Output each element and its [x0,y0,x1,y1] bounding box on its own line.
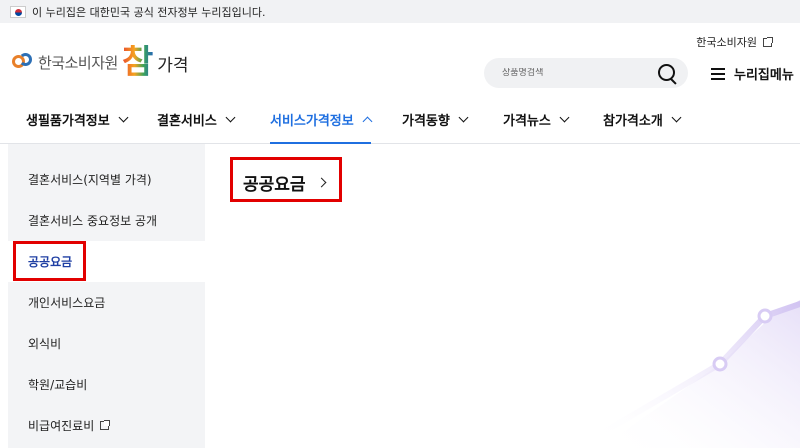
sidebar-item-wedding-regional[interactable]: 결혼서비스(지역별 가격) [8,159,205,200]
sidebar-item-label: 외식비 [28,337,62,351]
gnb-item-label: 생필품가격정보 [26,114,110,129]
kca-external-link-label: 한국소비자원 [696,36,757,49]
gnb-item-wedding[interactable]: 결혼서비스 [157,95,236,144]
gov-banner-text: 이 누리집은 대한민국 공식 전자정부 누리집입니다. [32,5,266,19]
brand-logo-big: 참 [122,42,154,82]
search-icon[interactable] [656,62,678,84]
gnb-item-about[interactable]: 참가격소개 [603,95,682,144]
chevron-up-icon [362,116,373,127]
gnb-item-price-news[interactable]: 가격뉴스 [503,95,570,144]
chevron-down-icon [559,112,570,123]
site-menu-label: 누리집메뉴 [734,68,794,83]
sidebar-item-label: 비급여진료비 [28,419,95,433]
sidebar-item-label: 학원/교습비 [28,378,88,392]
kca-logo-icon [12,51,34,73]
sidebar-item-personal-service[interactable]: 개인서비스요금 [8,282,205,323]
sidebar-item-label: 개인서비스요금 [28,296,106,310]
sidebar-highlight-box [13,241,86,281]
decorative-graph-illustration [587,300,800,448]
search-input[interactable] [502,68,652,78]
hamburger-icon [711,67,725,80]
sidebar-item-label: 결혼서비스 중요정보 공개 [28,214,158,228]
chevron-down-icon [671,112,682,123]
gnb-item-label: 참가격소개 [603,114,663,129]
sidebar-menu: 결혼서비스(지역별 가격) 결혼서비스 중요정보 공개 공공요금 개인서비스요금… [8,144,205,448]
korea-flag-icon [10,5,26,18]
sidebar-item-non-covered-medical[interactable]: 비급여진료비 [8,405,205,446]
sidebar-item-label: 결혼서비스(지역별 가격) [28,173,152,187]
gnb-item-price-trend[interactable]: 가격동향 [402,95,469,144]
main-navigation: 생필품가격정보 결혼서비스 서비스가격정보 가격동향 가격뉴스 참가격소개 [0,95,800,144]
gnb-item-daily-goods[interactable]: 생필품가격정보 [26,95,129,144]
chevron-down-icon [118,112,129,123]
chevron-down-icon [225,112,236,123]
external-link-icon [100,420,111,430]
gnb-item-service-price[interactable]: 서비스가격정보 [270,95,373,144]
gnb-item-label: 가격뉴스 [503,114,551,129]
chevron-down-icon [458,112,469,123]
site-menu-button[interactable]: 누리집메뉴 [711,64,794,83]
chamgagyeok-logo-link[interactable]: 참 가격 [122,37,189,79]
kca-external-link[interactable]: 한국소비자원 [696,34,773,50]
gnb-item-label: 서비스가격정보 [270,114,354,129]
kca-logo-link[interactable]: 한국소비자원 [12,51,118,73]
gnb-item-label: 가격동향 [402,114,450,129]
gnb-item-label: 결혼서비스 [157,114,217,129]
kca-logo-text: 한국소비자원 [38,53,118,72]
sidebar-item-wedding-disclosure[interactable]: 결혼서비스 중요정보 공개 [8,200,205,241]
title-highlight-box [230,157,342,202]
gov-banner: 이 누리집은 대한민국 공식 전자정부 누리집입니다. [0,0,800,23]
sidebar-item-dining[interactable]: 외식비 [8,323,205,364]
brand-logo-small: 가격 [157,56,189,76]
site-header: 한국소비자원 참 가격 한국소비자원 누리집메뉴 [0,23,800,95]
sidebar-item-academy[interactable]: 학원/교습비 [8,364,205,405]
search-box [484,58,688,88]
external-link-icon [763,36,773,47]
